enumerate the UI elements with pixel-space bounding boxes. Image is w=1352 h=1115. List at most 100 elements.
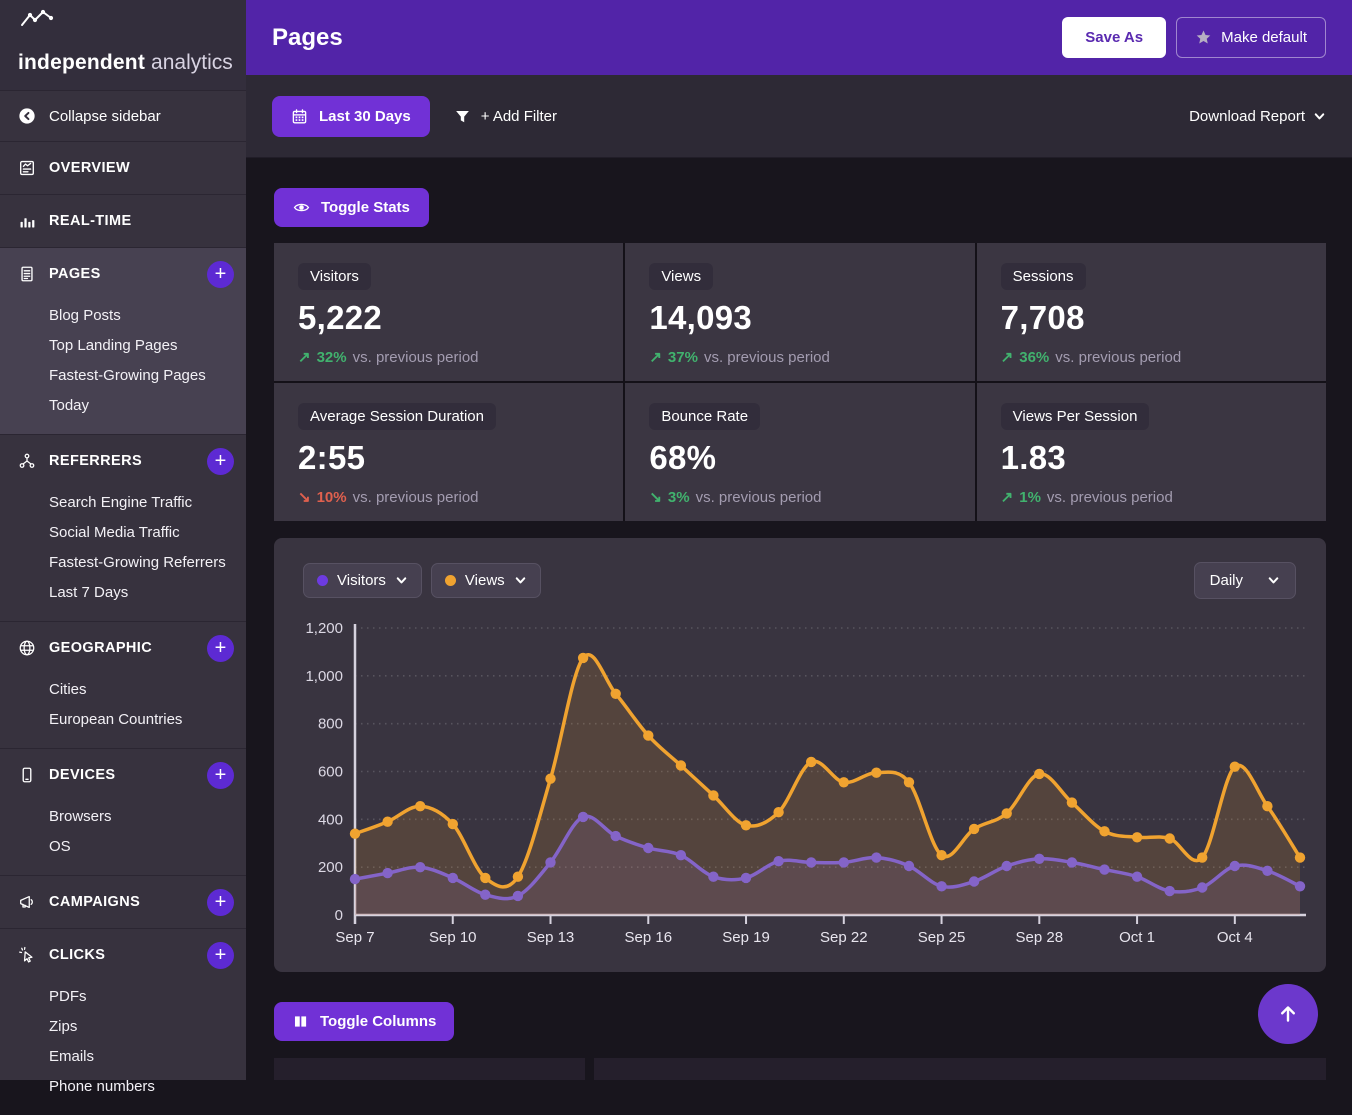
- sidebar-subitem-browsers[interactable]: Browsers: [0, 801, 246, 831]
- download-report-button[interactable]: Download Report: [1189, 108, 1326, 125]
- series-label: Visitors: [337, 572, 386, 589]
- page-header: Pages Save As Make default: [246, 0, 1352, 75]
- stat-trend: ↗37%vs. previous period: [649, 348, 950, 366]
- svg-text:800: 800: [318, 716, 343, 733]
- trend-percent: 37%: [668, 349, 698, 366]
- stat-label: Bounce Rate: [649, 403, 760, 430]
- sidebar-subitem-emails[interactable]: Emails: [0, 1041, 246, 1071]
- svg-text:Oct 4: Oct 4: [1217, 929, 1253, 946]
- toggle-stats-button[interactable]: Toggle Stats: [274, 188, 429, 227]
- sidebar-subitem-fastest-growing-pages[interactable]: Fastest-Growing Pages: [0, 360, 246, 390]
- sidebar-subitem-blog-posts[interactable]: Blog Posts: [0, 300, 246, 330]
- sidebar-subitem-european-countries[interactable]: European Countries: [0, 704, 246, 734]
- trend-caption: vs. previous period: [353, 349, 479, 366]
- toggle-columns-button[interactable]: Toggle Columns: [274, 1002, 454, 1041]
- table-header-cell: [594, 1058, 1326, 1080]
- device-icon: [18, 766, 36, 784]
- scroll-to-top-button[interactable]: [1258, 984, 1318, 1044]
- stat-trend: ↘10%vs. previous period: [298, 488, 599, 506]
- sidebar-item-campaigns[interactable]: CAMPAIGNS+: [0, 876, 246, 928]
- stat-card-bounce-rate: Bounce Rate68%↘3%vs. previous period: [625, 383, 974, 521]
- table-header-cell: [274, 1058, 585, 1080]
- logo-text-light: analytics: [151, 51, 233, 75]
- stat-card-views-per-session: Views Per Session1.83↗1%vs. previous per…: [977, 383, 1326, 521]
- svg-text:Sep 25: Sep 25: [918, 929, 966, 946]
- series-select-visitors[interactable]: Visitors: [303, 563, 422, 598]
- sidebar-subitem-last-7-days[interactable]: Last 7 Days: [0, 577, 246, 607]
- sidebar-subitem-cities[interactable]: Cities: [0, 674, 246, 704]
- sidebar-subitem-os[interactable]: OS: [0, 831, 246, 861]
- realtime-bars-icon: [18, 212, 36, 230]
- stats-grid: Visitors5,222↗32%vs. previous period View…: [274, 243, 1326, 521]
- series-label: Views: [465, 572, 505, 589]
- sidebar-section-label: REAL-TIME: [49, 213, 132, 229]
- sidebar-subitem-search-engine-traffic[interactable]: Search Engine Traffic: [0, 487, 246, 517]
- svg-text:Sep 28: Sep 28: [1016, 929, 1064, 946]
- date-range-button[interactable]: Last 30 Days: [272, 96, 430, 137]
- series-selectors: Visitors Views: [303, 563, 541, 598]
- svg-text:1,200: 1,200: [305, 620, 343, 637]
- referrers-icon: [18, 452, 36, 470]
- svg-text:400: 400: [318, 811, 343, 828]
- svg-text:Oct 1: Oct 1: [1119, 929, 1155, 946]
- chart-controls: Visitors Views Daily: [303, 562, 1296, 599]
- sidebar-item-clicks[interactable]: CLICKS+: [0, 929, 246, 981]
- sidebar-section-referrers: REFERRERS + Search Engine TrafficSocial Me…: [0, 434, 246, 621]
- stat-trend: ↗1%vs. previous period: [1001, 488, 1302, 506]
- stat-label: Views Per Session: [1001, 403, 1150, 430]
- series-color-dot: [317, 575, 328, 586]
- sidebar-item-real-time[interactable]: REAL-TIME: [0, 195, 246, 247]
- trend-percent: 10%: [317, 489, 347, 506]
- trend-caption: vs. previous period: [696, 489, 822, 506]
- globe-icon: [18, 639, 36, 657]
- collapse-sidebar-button[interactable]: Collapse sidebar: [0, 90, 246, 141]
- series-color-dot: [445, 575, 456, 586]
- sidebar-subitem-fastest-growing-referrers[interactable]: Fastest-Growing Referrers: [0, 547, 246, 577]
- add-campaigns-report-button[interactable]: +: [207, 889, 234, 916]
- add-pages-report-button[interactable]: +: [207, 261, 234, 288]
- save-as-button[interactable]: Save As: [1062, 17, 1166, 58]
- sidebar-item-devices[interactable]: DEVICES+: [0, 749, 246, 801]
- make-default-button[interactable]: Make default: [1176, 17, 1326, 58]
- stat-trend: ↗36%vs. previous period: [1001, 348, 1302, 366]
- sidebar-item-geographic[interactable]: GEOGRAPHIC +: [0, 622, 246, 674]
- logo-text-bold: independent: [18, 51, 145, 75]
- sidebar-subitem-phone-numbers[interactable]: Phone numbers: [0, 1071, 246, 1101]
- trend-arrow-icon: ↗: [649, 348, 662, 366]
- sidebar-section-label: REFERRERS: [49, 453, 142, 469]
- megaphone-icon: [18, 893, 36, 911]
- sidebar-section-clicks: CLICKS+PDFsZipsEmailsPhone numbers: [0, 928, 246, 1115]
- header-actions: Save As Make default: [1062, 17, 1326, 58]
- sidebar-section-label: GEOGRAPHIC: [49, 640, 152, 656]
- traffic-line-chart[interactable]: 02004006008001,0001,200Sep 7Sep 10Sep 13…: [274, 538, 1326, 972]
- sidebar-section-pages: PAGES+Blog PostsTop Landing PagesFastest…: [0, 247, 246, 434]
- stat-card-visitors: Visitors5,222↗32%vs. previous period: [274, 243, 623, 381]
- trend-percent: 3%: [668, 489, 690, 506]
- add-geographic-report-button[interactable]: +: [207, 635, 234, 662]
- sidebar-item-overview[interactable]: OVERVIEW: [0, 142, 246, 194]
- stat-trend: ↗32%vs. previous period: [298, 348, 599, 366]
- add-filter-button[interactable]: + Add Filter: [454, 108, 557, 125]
- app-logo: independent analytics: [0, 0, 246, 90]
- page-icon: [18, 265, 36, 283]
- sidebar-subitem-social-media-traffic[interactable]: Social Media Traffic: [0, 517, 246, 547]
- date-range-label: Last 30 Days: [319, 108, 411, 125]
- sidebar-item-pages[interactable]: PAGES+: [0, 248, 246, 300]
- chevron-down-icon: [1313, 110, 1326, 123]
- trend-arrow-icon: ↗: [298, 348, 311, 366]
- sidebar-subitem-pdfs[interactable]: PDFs: [0, 981, 246, 1011]
- report-icon: [18, 159, 36, 177]
- add-referrers-report-button[interactable]: +: [207, 448, 234, 475]
- svg-text:1,000: 1,000: [305, 668, 343, 685]
- trend-arrow-icon: ↘: [298, 488, 311, 506]
- sidebar-item-referrers[interactable]: REFERRERS +: [0, 435, 246, 487]
- interval-select[interactable]: Daily: [1194, 562, 1296, 599]
- add-clicks-report-button[interactable]: +: [207, 942, 234, 969]
- sidebar-subitem-top-landing-pages[interactable]: Top Landing Pages: [0, 330, 246, 360]
- sidebar-section-label: OVERVIEW: [49, 160, 130, 176]
- stat-value: 7,708: [1001, 299, 1302, 337]
- add-devices-report-button[interactable]: +: [207, 762, 234, 789]
- series-select-views[interactable]: Views: [431, 563, 541, 598]
- sidebar-subitem-today[interactable]: Today: [0, 390, 246, 420]
- sidebar-subitem-zips[interactable]: Zips: [0, 1011, 246, 1041]
